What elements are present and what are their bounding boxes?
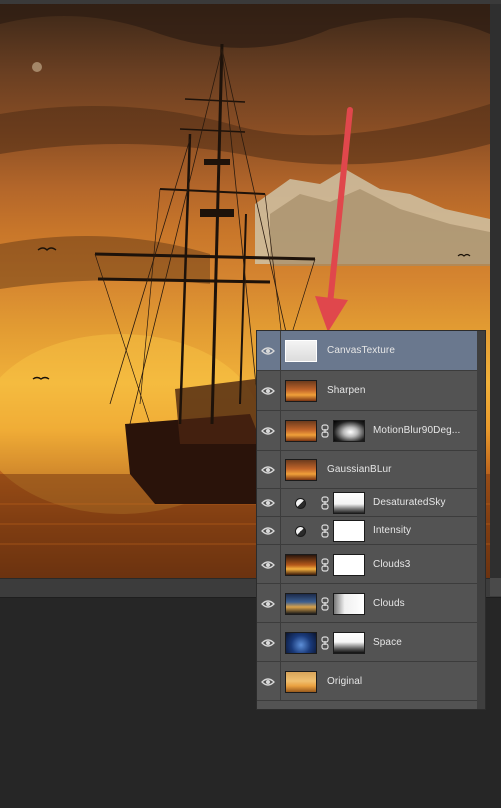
visibility-eye-icon[interactable] xyxy=(257,489,281,516)
layer-thumbnail[interactable] xyxy=(285,459,317,481)
layer-mask-thumbnail[interactable] xyxy=(333,492,365,514)
layer-mask-thumbnail[interactable] xyxy=(333,420,365,442)
visibility-eye-icon[interactable] xyxy=(257,371,281,410)
layers-panel-scrollbar[interactable] xyxy=(477,331,485,709)
layer-name: Intensity xyxy=(373,525,412,536)
layer-row[interactable]: Clouds xyxy=(257,584,477,623)
layer-mask-thumbnail[interactable] xyxy=(333,553,365,576)
layer-thumbnail[interactable] xyxy=(285,420,317,442)
layer-name: GaussianBLur xyxy=(327,464,392,475)
resize-grip[interactable] xyxy=(490,578,501,596)
mask-link-chain-icon[interactable] xyxy=(321,596,329,611)
layer-row[interactable]: MotionBlur90Deg... xyxy=(257,411,477,451)
layer-mask-thumbnail[interactable] xyxy=(333,592,365,615)
canvas-vertical-scrollbar[interactable] xyxy=(490,4,501,578)
annotation-arrow-head xyxy=(315,296,348,332)
layer-name: Sharpen xyxy=(327,385,366,396)
visibility-eye-icon[interactable] xyxy=(257,451,281,488)
layer-name: Clouds xyxy=(373,597,405,609)
layer-row[interactable]: Original xyxy=(257,662,477,701)
visibility-eye-icon[interactable] xyxy=(257,517,281,544)
visibility-eye-icon[interactable] xyxy=(257,662,281,700)
mask-link-chain-icon[interactable] xyxy=(321,496,329,510)
visibility-eye-icon[interactable] xyxy=(257,411,281,450)
layer-name: CanvasTexture xyxy=(327,345,395,356)
moon-shape xyxy=(32,62,42,72)
layer-thumbnail[interactable] xyxy=(285,553,317,576)
layer-row[interactable]: CanvasTexture xyxy=(257,331,477,371)
layer-thumbnail[interactable] xyxy=(285,340,317,362)
layers-panel: CanvasTexture Sharpen MotionBlur90Deg... Ga… xyxy=(256,330,486,710)
layer-row[interactable]: Intensity xyxy=(257,517,477,545)
layer-name: DesaturatedSky xyxy=(373,497,446,508)
mask-link-chain-icon[interactable] xyxy=(321,557,329,572)
visibility-eye-icon[interactable] xyxy=(257,545,281,583)
visibility-eye-icon[interactable] xyxy=(257,623,281,661)
layer-row[interactable]: DesaturatedSky xyxy=(257,489,477,517)
adjustment-layer-icon[interactable] xyxy=(295,497,306,509)
mask-link-chain-icon[interactable] xyxy=(321,424,329,438)
layer-row[interactable]: Sharpen xyxy=(257,371,477,411)
visibility-eye-icon[interactable] xyxy=(257,584,281,622)
layer-row[interactable]: GaussianBLur xyxy=(257,451,477,489)
layer-name: Space xyxy=(373,636,402,648)
layer-row[interactable]: Clouds3 xyxy=(257,545,477,584)
layer-mask-thumbnail[interactable] xyxy=(333,520,365,542)
layer-mask-thumbnail[interactable] xyxy=(333,631,365,654)
layer-name: Original xyxy=(327,675,363,687)
mask-link-chain-icon[interactable] xyxy=(321,524,329,538)
adjustment-layer-icon[interactable] xyxy=(295,525,306,537)
layer-thumbnail[interactable] xyxy=(285,631,317,654)
layer-thumbnail[interactable] xyxy=(285,670,317,693)
visibility-eye-icon[interactable] xyxy=(257,331,281,370)
layer-name: MotionBlur90Deg... xyxy=(373,425,461,436)
layer-row[interactable]: Space xyxy=(257,623,477,662)
layer-name: Clouds3 xyxy=(373,558,411,570)
layer-thumbnail[interactable] xyxy=(285,592,317,615)
layer-thumbnail[interactable] xyxy=(285,380,317,402)
mask-link-chain-icon[interactable] xyxy=(321,635,329,650)
